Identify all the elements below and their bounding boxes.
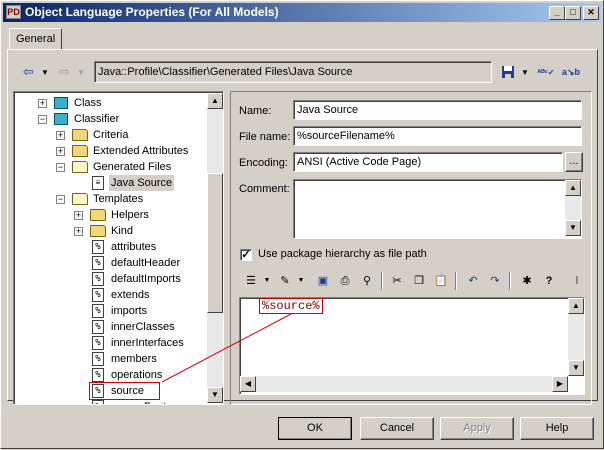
help-button[interactable]: Help [520,417,594,440]
apply-button[interactable]: Apply [440,417,514,440]
dialog-window: PD Object Language Properties (For All M… [0,0,604,449]
ok-button[interactable]: OK [278,417,352,440]
cancel-button[interactable]: Cancel [360,417,434,440]
annotation-arrow [161,313,292,383]
